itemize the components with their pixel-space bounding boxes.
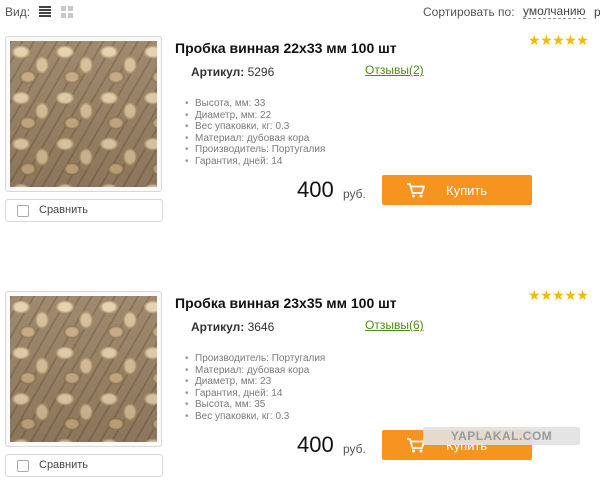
compare-checkbox[interactable]: Сравнить: [5, 454, 163, 477]
product-property: Производитель: Португалия: [183, 353, 325, 365]
site-watermark: YAPLAKAL.COM: [423, 427, 580, 445]
star-icon: ★: [540, 287, 553, 303]
product-image[interactable]: [5, 36, 162, 192]
star-icon: ★: [552, 287, 565, 303]
product-property: Производитель: Португалия: [183, 144, 325, 156]
star-icon: ★: [576, 287, 589, 303]
product-properties: Производитель: ПортугалияМатериал: дубов…: [183, 353, 325, 422]
price-currency: руб.: [343, 442, 366, 456]
product-price: 400: [297, 432, 334, 457]
sku-label: Артикул:: [191, 65, 245, 79]
product-property: Вес упаковки, кг: 0.3: [183, 411, 325, 423]
checkbox-icon[interactable]: [17, 205, 29, 217]
star-icon: ★: [576, 32, 589, 48]
star-icon: ★: [540, 32, 553, 48]
product-property: Высота, мм: 33: [183, 98, 325, 110]
sku-label: Артикул:: [191, 320, 245, 334]
wine-corks-photo: [10, 41, 157, 187]
product-property: Материал: дубовая кора: [183, 365, 325, 377]
product-title[interactable]: Пробка винная 23x35 мм 100 шт: [175, 295, 397, 311]
cart-icon: [407, 183, 425, 198]
product-property: Диаметр, мм: 22: [183, 110, 325, 122]
product-card: Сравнить Пробка винная 22x33 мм 100 шт А…: [0, 0, 600, 228]
price-currency: руб.: [343, 187, 366, 201]
buy-button[interactable]: Купить: [382, 175, 532, 205]
product-sku: Артикул: 5296: [191, 65, 274, 79]
product-sku: Артикул: 3646: [191, 320, 274, 334]
star-icon: ★: [528, 32, 541, 48]
star-icon: ★: [528, 287, 541, 303]
product-property: Высота, мм: 35: [183, 399, 325, 411]
product-property: Диаметр, мм: 23: [183, 376, 325, 388]
rating-stars: ★★★★★: [528, 32, 589, 48]
star-icon: ★: [552, 32, 565, 48]
reviews-link[interactable]: Отзывы(2): [365, 63, 424, 77]
sku-value: 3646: [247, 320, 275, 334]
compare-label: Сравнить: [39, 459, 89, 471]
product-card: Сравнить Пробка винная 23x35 мм 100 шт А…: [0, 255, 600, 483]
product-property: Гарантия, дней: 14: [183, 388, 325, 400]
star-icon: ★: [564, 32, 577, 48]
product-property: Материал: дубовая кора: [183, 133, 325, 145]
product-property: Вес упаковки, кг: 0.3: [183, 121, 325, 133]
product-price: 400: [297, 177, 334, 202]
product-property: Гарантия, дней: 14: [183, 156, 325, 168]
product-properties: Высота, мм: 33Диаметр, мм: 22Вес упаковк…: [183, 98, 325, 167]
reviews-link[interactable]: Отзывы(6): [365, 318, 424, 332]
rating-stars: ★★★★★: [528, 287, 589, 303]
compare-label: Сравнить: [39, 204, 89, 216]
checkbox-icon[interactable]: [17, 460, 29, 472]
buy-label: Купить: [446, 183, 488, 198]
wine-corks-photo: [10, 296, 157, 442]
star-icon: ★: [564, 287, 577, 303]
sku-value: 5296: [247, 65, 275, 79]
product-title[interactable]: Пробка винная 22x33 мм 100 шт: [175, 40, 397, 56]
product-image[interactable]: [5, 291, 162, 447]
compare-checkbox[interactable]: Сравнить: [5, 199, 163, 222]
